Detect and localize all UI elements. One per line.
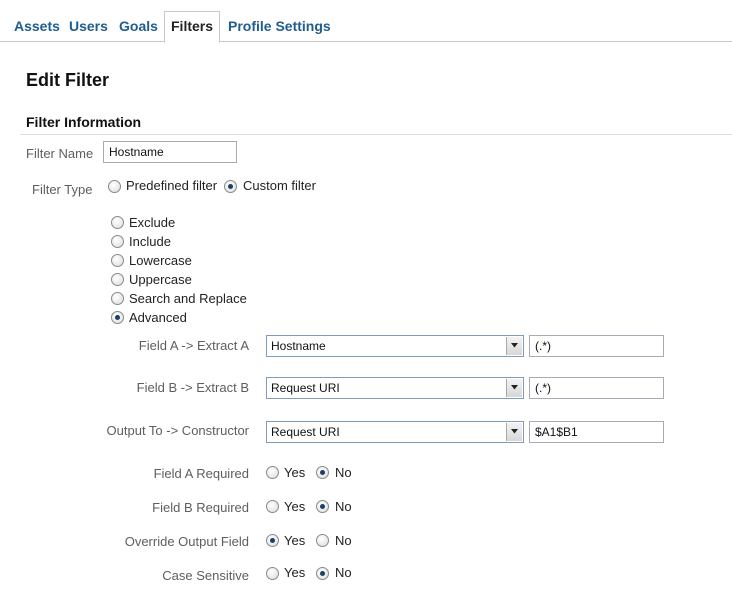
field-a-label: Field A -> Extract A bbox=[138, 338, 249, 353]
field-b-required-no-radio[interactable] bbox=[316, 500, 329, 513]
field-b-label: Field B -> Extract B bbox=[136, 380, 249, 395]
field-a-select-value: Hostname bbox=[271, 339, 326, 353]
field-b-select[interactable]: Request URI bbox=[266, 377, 524, 399]
section-title: Filter Information bbox=[26, 114, 142, 130]
field-a-required-yes-label: Yes bbox=[284, 465, 306, 480]
field-b-required-yes-radio[interactable] bbox=[266, 500, 279, 513]
case-sensitive-yes-label: Yes bbox=[284, 565, 306, 580]
field-b-required-no-label: No bbox=[335, 499, 352, 514]
field-a-required-no-radio[interactable] bbox=[316, 466, 329, 479]
search-and-replace-label: Search and Replace bbox=[129, 291, 247, 306]
case-sensitive-no-label: No bbox=[335, 565, 352, 580]
override-output-field-yes-label: Yes bbox=[284, 533, 306, 548]
field-a-required-no-label: No bbox=[335, 465, 352, 480]
filter-name-label: Filter Name bbox=[26, 146, 94, 161]
field-b-select-value: Request URI bbox=[271, 381, 340, 395]
override-output-field-no-radio[interactable] bbox=[316, 534, 329, 547]
uppercase-label: Uppercase bbox=[129, 272, 192, 287]
case-sensitive-label: Case Sensitive bbox=[162, 568, 249, 583]
tab-bar: Assets Users Goals Filters Profile Setti… bbox=[0, 0, 732, 43]
custom-filter-radio[interactable] bbox=[224, 180, 237, 193]
exclude-radio[interactable] bbox=[111, 216, 124, 229]
include-label: Include bbox=[129, 234, 171, 249]
filter-type-label: Filter Type bbox=[32, 182, 93, 197]
exclude-label: Exclude bbox=[129, 215, 176, 230]
output-to-select[interactable]: Request URI bbox=[266, 421, 524, 443]
field-a-required-yes-radio[interactable] bbox=[266, 466, 279, 479]
field-a-required-label: Field A Required bbox=[153, 466, 249, 481]
extract-a-input[interactable] bbox=[529, 335, 664, 357]
search-and-replace-radio[interactable] bbox=[111, 292, 124, 305]
advanced-label: Advanced bbox=[129, 310, 187, 325]
filter-name-input[interactable] bbox=[103, 141, 237, 163]
section-divider bbox=[20, 134, 732, 135]
include-radio[interactable] bbox=[111, 235, 124, 248]
dropdown-arrow-icon[interactable] bbox=[506, 337, 522, 355]
constructor-input[interactable] bbox=[529, 421, 664, 443]
dropdown-arrow-icon[interactable] bbox=[506, 379, 522, 397]
case-sensitive-no-radio[interactable] bbox=[316, 567, 329, 580]
output-to-label: Output To -> Constructor bbox=[106, 423, 249, 438]
tab-users[interactable]: Users bbox=[69, 12, 108, 40]
tab-filters[interactable]: Filters bbox=[164, 11, 221, 43]
lowercase-radio[interactable] bbox=[111, 254, 124, 267]
lowercase-label: Lowercase bbox=[129, 253, 192, 268]
custom-filter-label: Custom filter bbox=[243, 178, 316, 193]
tab-profile-settings[interactable]: Profile Settings bbox=[228, 12, 331, 40]
predefined-filter-radio[interactable] bbox=[108, 180, 121, 193]
dropdown-arrow-icon[interactable] bbox=[506, 423, 522, 441]
tab-goals[interactable]: Goals bbox=[119, 12, 158, 40]
advanced-radio[interactable] bbox=[111, 311, 124, 324]
field-a-select[interactable]: Hostname bbox=[266, 335, 524, 357]
uppercase-radio[interactable] bbox=[111, 273, 124, 286]
output-to-select-value: Request URI bbox=[271, 425, 340, 439]
predefined-filter-label: Predefined filter bbox=[126, 178, 218, 193]
tab-assets[interactable]: Assets bbox=[14, 12, 60, 40]
override-output-field-yes-radio[interactable] bbox=[266, 534, 279, 547]
page-title: Edit Filter bbox=[26, 70, 110, 90]
extract-b-input[interactable] bbox=[529, 377, 664, 399]
override-output-field-label: Override Output Field bbox=[124, 534, 249, 549]
override-output-field-no-label: No bbox=[335, 533, 352, 548]
case-sensitive-yes-radio[interactable] bbox=[266, 567, 279, 580]
field-b-required-label: Field B Required bbox=[152, 500, 249, 515]
field-b-required-yes-label: Yes bbox=[284, 499, 306, 514]
